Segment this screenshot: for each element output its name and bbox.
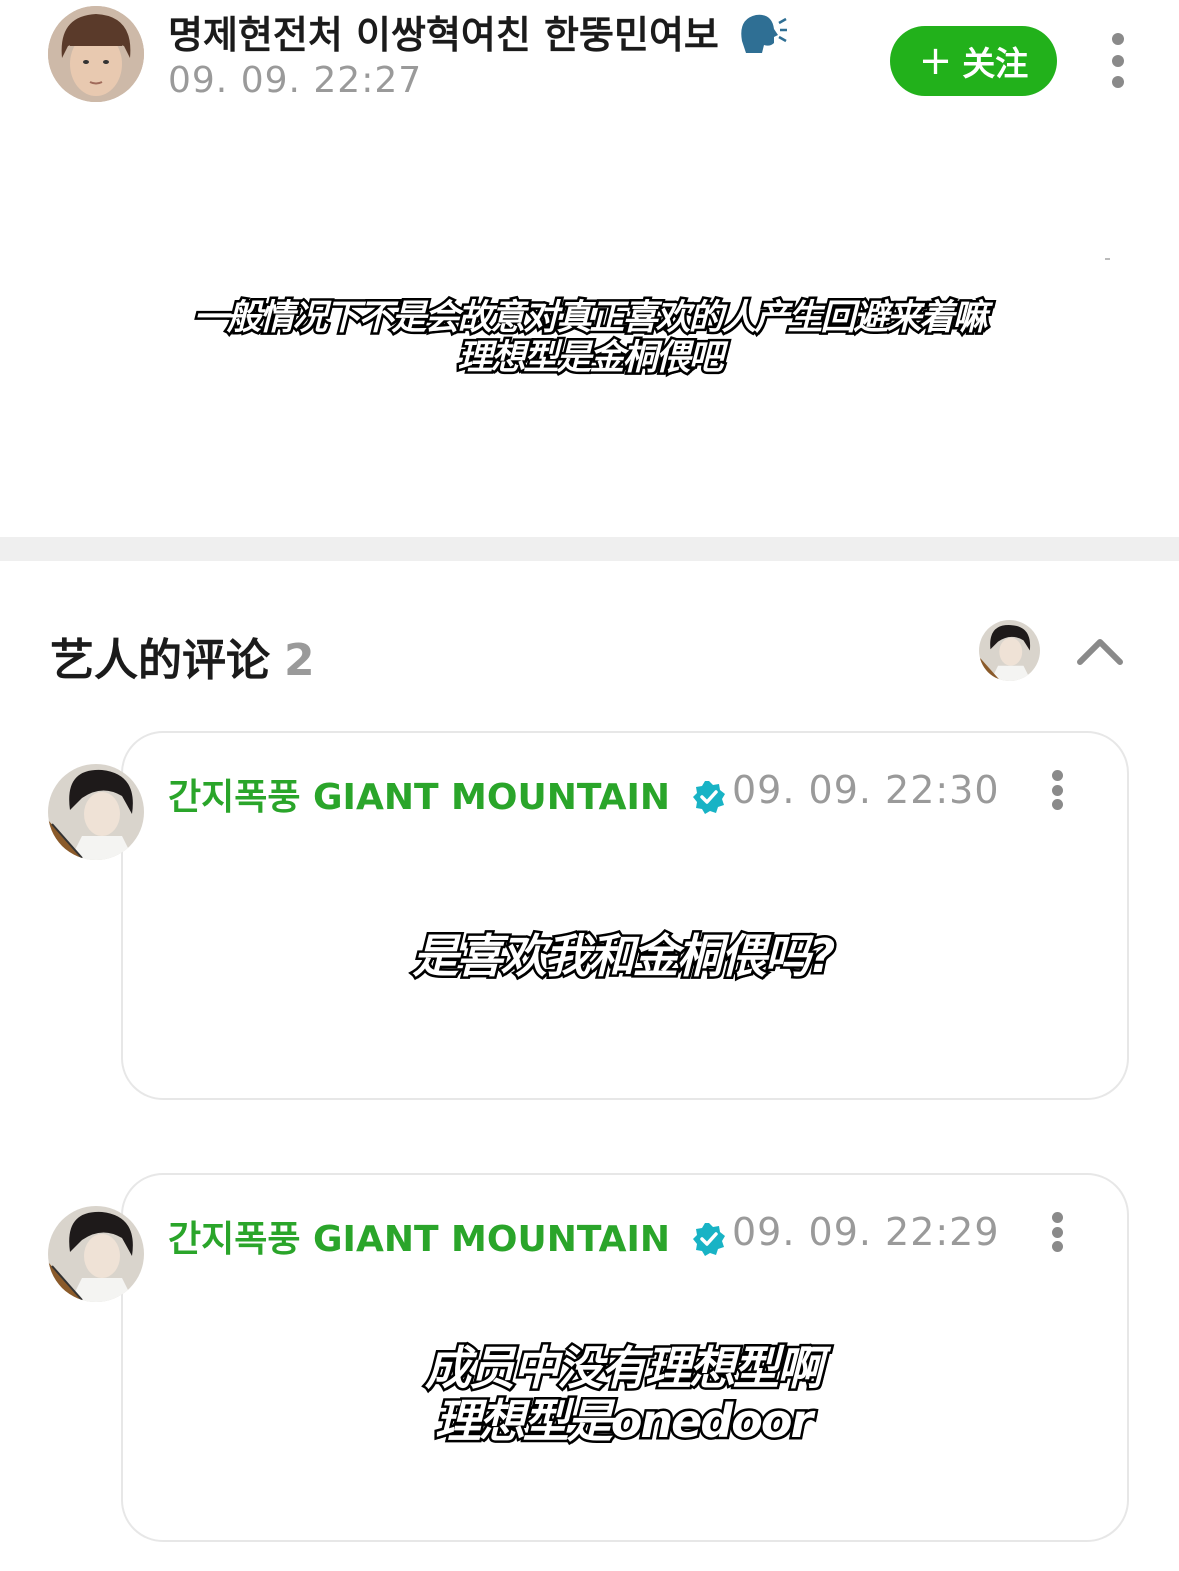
commenter-name[interactable]: 간지폭풍 GIANT MOUNTAIN: [168, 1210, 727, 1266]
avatar-image: [48, 1206, 144, 1302]
comment-timestamp: 09. 09. 22:29: [732, 1210, 1000, 1254]
post-caption-line: 一般情况下不是会故意对真正喜欢的人产生回避来着嘛: [191, 295, 990, 340]
follow-label: 关注: [962, 44, 1029, 83]
commenter-avatar[interactable]: [48, 1206, 144, 1302]
artist-avatar-small[interactable]: [979, 620, 1040, 681]
commenter-avatar[interactable]: [48, 764, 144, 860]
verified-badge-icon: [691, 1221, 727, 1266]
comment-caption-line: 是喜欢我和金桐偎吗?: [410, 927, 838, 985]
decorative-dot: [1105, 258, 1110, 260]
avatar-image: [48, 6, 144, 102]
post-author-avatar[interactable]: [48, 6, 144, 102]
post-caption-line: 理想型是金桐偎吧: [455, 336, 726, 381]
comment-more-options-icon[interactable]: [1051, 770, 1063, 810]
section-title-text: 艺人的评论: [50, 635, 270, 686]
section-divider: [0, 537, 1179, 561]
avatar-image: [48, 764, 144, 860]
comment-caption: 成员中没有理想型啊 理想型是onedoor: [121, 1339, 1125, 1450]
author-name-text: 명제현전처 이쌍혁여친 한뚱민여보: [168, 13, 719, 57]
artist-comments-title: 艺人的评论 2: [50, 624, 315, 688]
post-caption: 一般情况下不是会故意对真正喜欢的人产生回避来着嘛 理想型是金桐偎吧: [0, 295, 1179, 381]
commenter-name-text: 간지폭풍 GIANT MOUNTAIN: [168, 777, 670, 818]
commenter-name-text: 간지폭풍 GIANT MOUNTAIN: [168, 1219, 670, 1260]
collapse-chevron-up-icon[interactable]: [1076, 632, 1124, 668]
comment-caption-line: 理想型是onedoor: [432, 1392, 815, 1450]
post-author-name[interactable]: 명제현전처 이쌍혁여친 한뚱민여보: [168, 4, 788, 64]
plus-icon: +: [918, 38, 953, 84]
comment-timestamp: 09. 09. 22:30: [732, 768, 1000, 812]
comment-more-options-icon[interactable]: [1051, 1212, 1063, 1252]
speaking-head-icon: [736, 11, 788, 64]
post-more-options-icon[interactable]: [1108, 33, 1128, 88]
comment-count: 2: [284, 635, 315, 686]
commenter-name[interactable]: 간지폭풍 GIANT MOUNTAIN: [168, 768, 727, 824]
comment-caption: 是喜欢我和金桐偎吗?: [121, 927, 1125, 985]
verified-badge-icon: [691, 779, 727, 824]
comment-caption-line: 成员中没有理想型啊: [423, 1339, 826, 1397]
post-timestamp: 09. 09. 22:27: [168, 60, 423, 101]
follow-button[interactable]: + 关注: [890, 26, 1057, 96]
avatar-image: [979, 620, 1040, 681]
